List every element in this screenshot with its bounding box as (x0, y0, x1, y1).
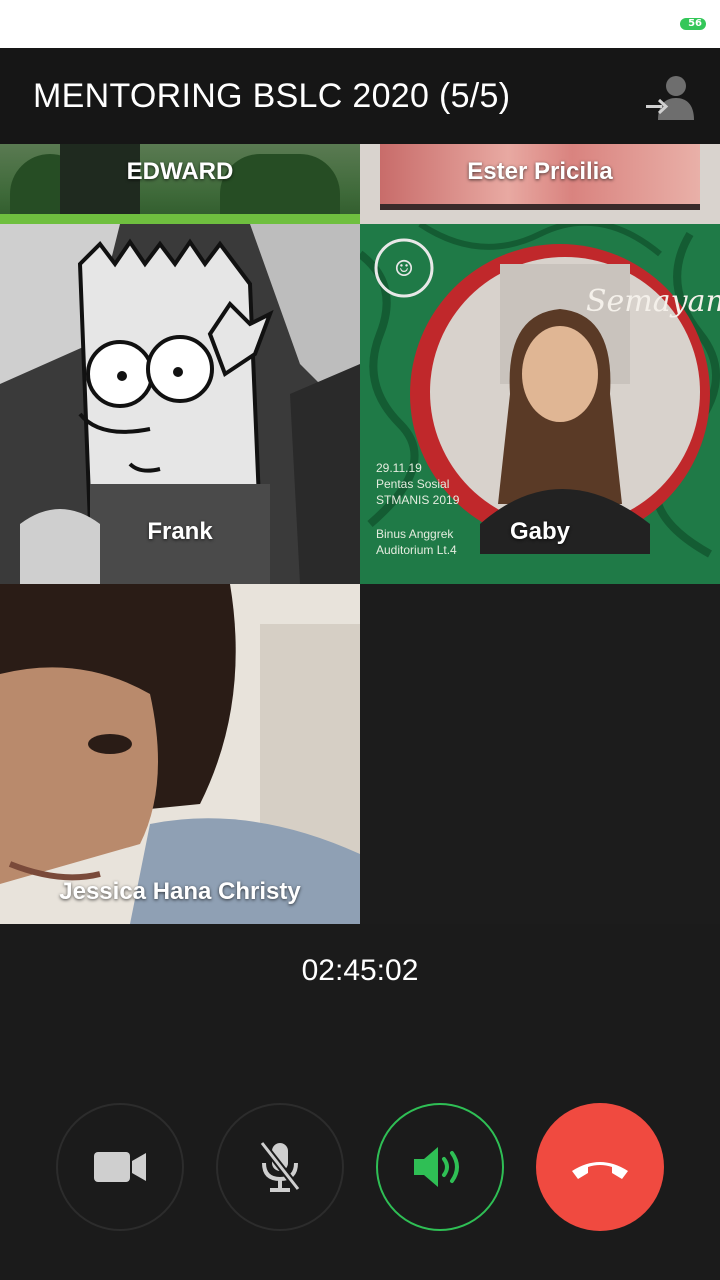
grass-strip (0, 214, 360, 224)
speaker-button[interactable] (376, 1103, 504, 1231)
participant-tile-gaby[interactable]: ☺ Semayam 29.11.19 Pentas Sosial STMANIS… (360, 224, 720, 584)
battery-level: 56 (688, 18, 702, 29)
participant-name: Gaby (509, 518, 571, 545)
speaker-icon (414, 1147, 459, 1187)
participant-name: Jessica Hana Christy (59, 878, 301, 905)
participant-tile-jessica[interactable]: Jessica Hana Christy (0, 584, 360, 924)
mute-button[interactable] (216, 1103, 344, 1231)
hang-up-button[interactable] (536, 1103, 664, 1231)
participant-name: Frank (147, 518, 213, 545)
call-duration: 02:45:02 (301, 954, 419, 987)
video-toggle-button[interactable] (56, 1103, 184, 1231)
poster-date: 29.11.19 (376, 461, 422, 475)
participant-name: EDWARD (126, 158, 234, 185)
participant-tile-edward[interactable]: EDWARD (0, 144, 360, 224)
poster-script-title: Semayam (586, 284, 720, 319)
battery-indicator: 56 (680, 18, 706, 30)
empty-tile (360, 584, 720, 924)
call-header: MENTORING BSLC 2020 (5/5) (0, 48, 720, 144)
svg-text:☺: ☺ (394, 257, 414, 282)
participant-video (0, 584, 360, 924)
participant-tile-frank[interactable]: Frank (0, 224, 360, 584)
status-bar: 56 (0, 0, 720, 48)
call-title: MENTORING BSLC 2020 (5/5) (33, 77, 511, 115)
poster-event-name: STMANIS 2019 (376, 493, 460, 507)
add-member-icon (646, 76, 694, 120)
mic-muted-icon (259, 1140, 301, 1192)
add-member-button[interactable] (644, 72, 696, 122)
participant-tile-ester[interactable]: Ester Pricilia (360, 144, 720, 224)
video-camera-icon (94, 1152, 146, 1182)
poster-event: Pentas Sosial (376, 477, 450, 491)
hang-up-icon (572, 1162, 628, 1179)
participant-name: Ester Pricilia (467, 158, 613, 185)
photo-frame (380, 204, 700, 210)
